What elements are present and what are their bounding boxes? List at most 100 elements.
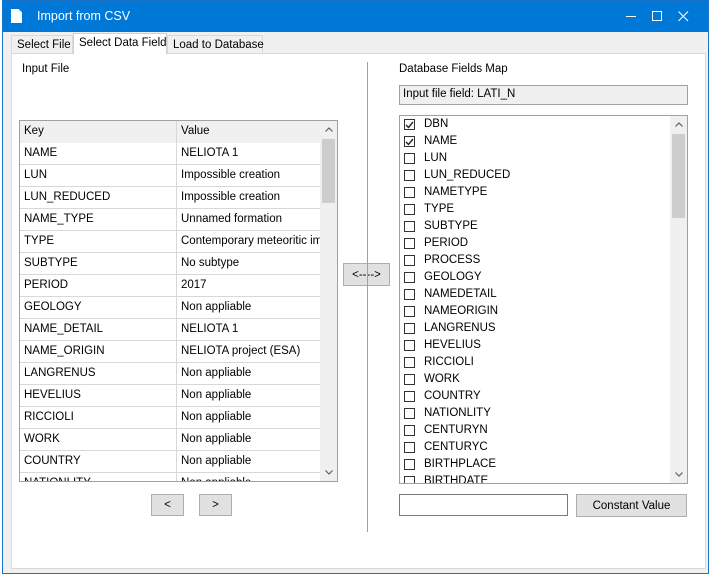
grid-cell-key[interactable]: GEOLOGY <box>20 297 177 319</box>
field-checkbox-item[interactable]: SUBTYPE <box>404 219 664 236</box>
checkbox-icon[interactable] <box>404 204 415 215</box>
grid-cell-key[interactable]: TYPE <box>20 231 177 253</box>
grid-row[interactable]: NAME_TYPE Unnamed formation <box>20 209 321 231</box>
grid-cell-value[interactable]: Impossible creation <box>177 187 321 209</box>
checkbox-icon[interactable] <box>404 442 415 453</box>
checkbox-icon[interactable] <box>404 306 415 317</box>
field-checkbox-item[interactable]: NAMETYPE <box>404 185 664 202</box>
grid-cell-key[interactable]: NAME_DETAIL <box>20 319 177 341</box>
input-file-grid[interactable]: Key Value NAME NELIOTA 1 LUN Impossible cre… <box>19 120 338 482</box>
grid-cell-key[interactable]: COUNTRY <box>20 451 177 473</box>
grid-cell-key[interactable]: LUN_REDUCED <box>20 187 177 209</box>
grid-cell-value[interactable]: Impossible creation <box>177 165 321 187</box>
grid-cell-value[interactable]: 2017 <box>177 275 321 297</box>
grid-cell-value[interactable]: No subtype <box>177 253 321 275</box>
checkbox-icon[interactable] <box>404 408 415 419</box>
scroll-thumb[interactable] <box>322 139 335 203</box>
grid-cell-key[interactable]: NAME <box>20 143 177 165</box>
field-checkbox-item[interactable]: LUN_REDUCED <box>404 168 664 185</box>
checkbox-icon[interactable] <box>404 374 415 385</box>
grid-cell-value[interactable]: Non appliable <box>177 363 321 385</box>
checkbox-icon[interactable] <box>404 425 415 436</box>
field-checkbox-item[interactable]: BIRTHPLACE <box>404 457 664 474</box>
grid-cell-value[interactable]: Non appliable <box>177 297 321 319</box>
checkbox-icon[interactable] <box>404 323 415 334</box>
scroll-up-icon[interactable] <box>670 116 687 133</box>
field-checkbox-item[interactable]: HEVELIUS <box>404 338 664 355</box>
grid-cell-key[interactable]: RICCIOLI <box>20 407 177 429</box>
field-checkbox-item[interactable]: LUN <box>404 151 664 168</box>
checkbox-checked-icon[interactable] <box>404 136 415 147</box>
grid-cell-value[interactable]: Non appliable <box>177 429 321 451</box>
checkbox-icon[interactable] <box>404 153 415 164</box>
field-checkbox-item[interactable]: WORK <box>404 372 664 389</box>
grid-row[interactable]: NAME_DETAIL NELIOTA 1 <box>20 319 321 341</box>
column-header-key[interactable]: Key <box>20 121 177 143</box>
field-checkbox-item[interactable]: NAMEDETAIL <box>404 287 664 304</box>
column-header-value[interactable]: Value <box>177 121 321 143</box>
field-checkbox-item[interactable]: RICCIOLI <box>404 355 664 372</box>
grid-cell-value[interactable]: NELIOTA 1 <box>177 319 321 341</box>
grid-cell-key[interactable]: PERIOD <box>20 275 177 297</box>
previous-record-button[interactable]: < <box>151 494 184 516</box>
grid-cell-value[interactable]: Unnamed formation <box>177 209 321 231</box>
grid-cell-key[interactable]: WORK <box>20 429 177 451</box>
checklist-vertical-scrollbar[interactable] <box>670 116 687 483</box>
checkbox-icon[interactable] <box>404 272 415 283</box>
scroll-down-icon[interactable] <box>670 466 687 483</box>
checkbox-icon[interactable] <box>404 238 415 249</box>
grid-row[interactable]: PERIOD 2017 <box>20 275 321 297</box>
checkbox-icon[interactable] <box>404 255 415 266</box>
field-checkbox-item[interactable]: PROCESS <box>404 253 664 270</box>
grid-cell-value[interactable]: Contemporary meteoritic impa <box>177 231 321 253</box>
grid-row[interactable]: NAME_ORIGIN NELIOTA project (ESA) <box>20 341 321 363</box>
grid-row[interactable]: NATIONLITYNon appliable <box>20 473 321 481</box>
checkbox-checked-icon[interactable] <box>404 119 415 130</box>
close-button[interactable] <box>660 1 706 32</box>
field-checkbox-item[interactable]: TYPE <box>404 202 664 219</box>
checkbox-icon[interactable] <box>404 289 415 300</box>
grid-row[interactable]: TYPE Contemporary meteoritic impa <box>20 231 321 253</box>
grid-cell-value[interactable]: Non appliable <box>177 473 321 481</box>
field-checkbox-item[interactable]: DBN <box>404 117 664 134</box>
grid-cell-key[interactable]: LUN <box>20 165 177 187</box>
grid-row[interactable]: WORK Non appliable <box>20 429 321 451</box>
grid-row[interactable]: LANGRENUS Non appliable <box>20 363 321 385</box>
field-checkbox-item[interactable]: LANGRENUS <box>404 321 664 338</box>
field-checkbox-item[interactable]: PERIOD <box>404 236 664 253</box>
checkbox-icon[interactable] <box>404 187 415 198</box>
field-checkbox-item[interactable]: BIRTHDATE <box>404 474 664 483</box>
tab-select-data-field[interactable]: Select Data Field <box>73 33 167 54</box>
grid-cell-value[interactable]: Non appliable <box>177 451 321 473</box>
grid-cell-value[interactable]: NELIOTA project (ESA) <box>177 341 321 363</box>
constant-value-button[interactable]: Constant Value <box>576 494 687 517</box>
field-checkbox-item[interactable]: GEOLOGY <box>404 270 664 287</box>
grid-cell-value[interactable]: NELIOTA 1 <box>177 143 321 165</box>
grid-row[interactable]: RICCIOLI Non appliable <box>20 407 321 429</box>
checkbox-icon[interactable] <box>404 391 415 402</box>
grid-row[interactable]: LUN Impossible creation <box>20 165 321 187</box>
grid-row[interactable]: NAME NELIOTA 1 <box>20 143 321 165</box>
grid-cell-value[interactable]: Non appliable <box>177 407 321 429</box>
checkbox-icon[interactable] <box>404 459 415 470</box>
grid-row[interactable]: GEOLOGY Non appliable <box>20 297 321 319</box>
scroll-thumb[interactable] <box>672 134 685 218</box>
checkbox-icon[interactable] <box>404 476 415 483</box>
grid-vertical-scrollbar[interactable] <box>320 121 337 481</box>
grid-cell-key[interactable]: HEVELIUS <box>20 385 177 407</box>
field-checkbox-item[interactable]: COUNTRY <box>404 389 664 406</box>
checkbox-icon[interactable] <box>404 340 415 351</box>
grid-cell-key[interactable]: NAME_ORIGIN <box>20 341 177 363</box>
constant-value-input[interactable] <box>399 494 568 516</box>
scroll-down-icon[interactable] <box>320 464 337 481</box>
grid-row[interactable]: LUN_REDUCED Impossible creation <box>20 187 321 209</box>
grid-cell-key[interactable]: NAME_TYPE <box>20 209 177 231</box>
grid-row[interactable]: HEVELIUS Non appliable <box>20 385 321 407</box>
next-record-button[interactable]: > <box>199 494 232 516</box>
field-checkbox-item[interactable]: CENTURYC <box>404 440 664 457</box>
grid-cell-key[interactable]: NATIONLITY <box>20 473 177 481</box>
tab-load-to-database[interactable]: Load to Database <box>167 35 264 53</box>
field-checkbox-item[interactable]: NAME <box>404 134 664 151</box>
tab-select-file[interactable]: Select File <box>11 35 73 53</box>
title-bar[interactable]: Import from CSV <box>3 1 708 32</box>
